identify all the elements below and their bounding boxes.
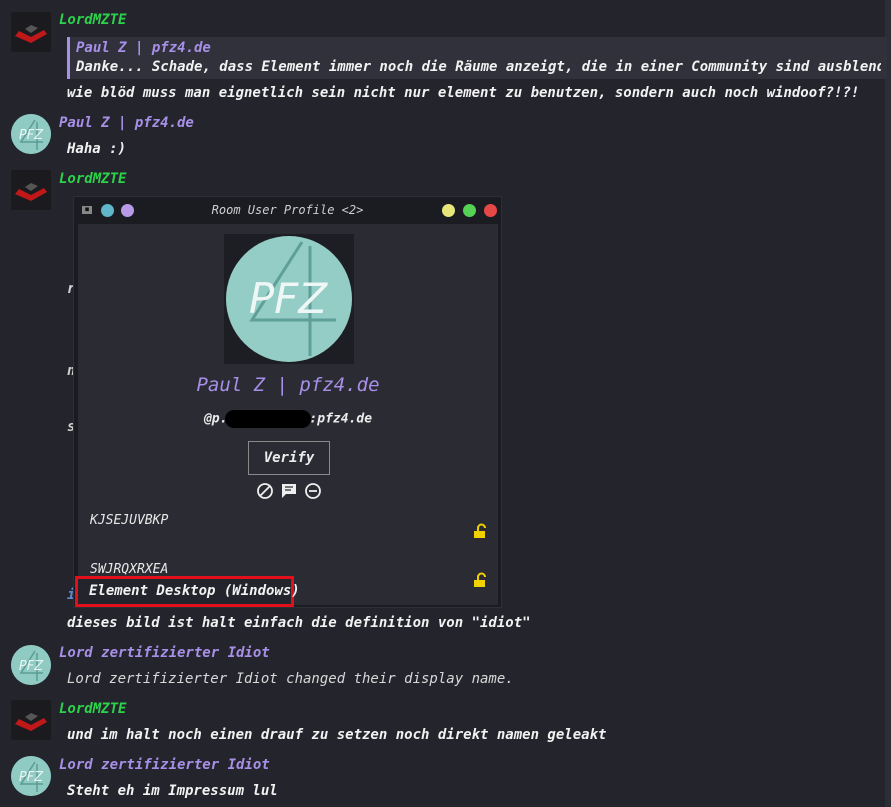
notice-text: Lord zertifizierter Idiot changed their … — [67, 671, 514, 687]
scrollbar[interactable] — [885, 0, 891, 807]
verify-button[interactable]: Verify — [248, 441, 330, 475]
maximize-button[interactable] — [463, 204, 476, 217]
svg-text:PFZ: PFZ — [19, 770, 44, 785]
sender-name[interactable]: LordMZTE — [59, 701, 126, 717]
avatar[interactable] — [11, 700, 51, 740]
close-button[interactable] — [484, 204, 497, 217]
device-id: KJSEJUVBKP — [90, 513, 169, 528]
dialog-titlebar[interactable]: ■ Room User Profile <2> — [74, 197, 501, 224]
message-body: Haha :) — [67, 141, 127, 157]
reply-sender: Paul Z | pfz4.de — [76, 40, 211, 56]
profile-user-id: @p.:pfz4.de — [203, 410, 373, 428]
reply-body: Danke... Schade, dass Element immer noch… — [76, 59, 881, 75]
message-body: Steht eh im Impressum lul — [67, 783, 278, 799]
avatar[interactable]: PFZ — [11, 756, 51, 796]
sender-name[interactable]: Lord zertifizierter Idiot — [59, 757, 270, 773]
svg-text:PFZ: PFZ — [249, 274, 328, 323]
dialog-body: PFZ Paul Z | pfz4.de @p.:pfz4.de Verify … — [78, 224, 498, 605]
reply-quote[interactable]: Paul Z | pfz4.de Danke... Schade, dass E… — [67, 37, 887, 79]
sender-name[interactable]: Lord zertifizierter Idiot — [59, 645, 270, 661]
unlock-icon[interactable] — [473, 572, 489, 588]
sender-name[interactable]: Paul Z | pfz4.de — [59, 115, 194, 131]
sender-name[interactable]: LordMZTE — [59, 12, 126, 28]
ban-icon[interactable] — [256, 482, 274, 500]
avatar[interactable] — [11, 12, 51, 52]
profile-display-name: Paul Z | pfz4.de — [196, 374, 380, 396]
redaction — [225, 410, 312, 428]
dialog-title: Room User Profile <2> — [211, 203, 364, 217]
svg-text:PFZ: PFZ — [19, 128, 44, 143]
message-icon[interactable] — [280, 482, 298, 500]
svg-text:PFZ: PFZ — [19, 659, 44, 674]
avatar[interactable]: PFZ — [11, 114, 51, 154]
profile-actions — [256, 482, 326, 500]
profile-avatar: PFZ — [224, 234, 354, 364]
highlighted-device-name: Element Desktop (Windows) — [75, 576, 300, 607]
minus-icon[interactable] — [304, 482, 322, 500]
avatar[interactable]: PFZ — [11, 645, 51, 685]
avatar[interactable] — [11, 170, 51, 210]
unlock-icon[interactable] — [473, 523, 489, 539]
message-body: und im halt noch einen drauf zu setzen n… — [67, 727, 607, 743]
minimize-button[interactable] — [442, 204, 455, 217]
device-id: SWJRQXRXEA — [90, 562, 169, 577]
sender-name[interactable]: LordMZTE — [59, 171, 126, 187]
message-body: dieses bild ist halt einfach die definit… — [67, 615, 531, 631]
user-profile-dialog: ■ Room User Profile <2> PFZ Paul Z | pfz… — [73, 196, 502, 608]
message-body: wie blöd muss man eignetlich sein nicht … — [67, 85, 860, 101]
